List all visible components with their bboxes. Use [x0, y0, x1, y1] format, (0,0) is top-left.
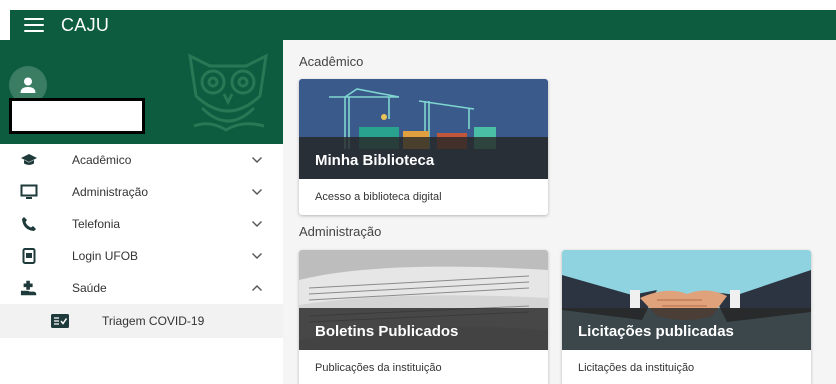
card-image-handshake: Licitações publicadas — [562, 250, 811, 350]
sidebar-subitem-triagem-covid[interactable]: Triagem COVID-19 — [0, 304, 283, 338]
owl-logo-icon — [188, 53, 268, 132]
card-image-library: Minha Biblioteca — [299, 79, 548, 179]
sidebar-item-saude[interactable]: Saúde — [0, 272, 283, 304]
section-title-administracao: Administração — [299, 224, 382, 239]
sidebar-item-label: Acadêmico — [72, 153, 132, 167]
sidebar-header — [0, 40, 283, 144]
hand-plus-icon — [20, 280, 38, 296]
card-description: Acesso a biblioteca digital — [315, 191, 442, 203]
tablet-icon — [20, 248, 38, 264]
sidebar-item-academico[interactable]: Acadêmico — [0, 144, 283, 176]
person-icon — [20, 77, 36, 93]
sidebar-item-label: Saúde — [72, 281, 107, 295]
card-title: Minha Biblioteca — [315, 152, 435, 169]
sidebar-item-administracao[interactable]: Administração — [0, 176, 283, 208]
sidebar-subitem-label: Triagem COVID-19 — [102, 314, 205, 328]
card-description: Licitações da instituição — [578, 362, 695, 374]
card-minha-biblioteca[interactable]: Minha Biblioteca Acesso a biblioteca dig… — [299, 79, 548, 215]
chevron-down-icon — [252, 189, 262, 195]
sidebar: Acadêmico Administração Telefonia Login … — [0, 40, 283, 384]
monitor-icon — [20, 184, 38, 200]
sidebar-item-label: Login UFOB — [72, 249, 139, 263]
sidebar-item-login-ufob[interactable]: Login UFOB — [0, 240, 283, 272]
checklist-icon — [51, 314, 69, 328]
chevron-down-icon — [252, 221, 262, 227]
username-redacted-box — [9, 98, 145, 134]
main-content: Acadêmico Minha Biblioteca Acesso a bibl… — [283, 40, 836, 384]
app-title: CAJU — [61, 14, 110, 35]
menu-icon[interactable] — [24, 18, 44, 32]
app-bar: CAJU — [10, 10, 836, 40]
chevron-up-icon — [252, 285, 262, 291]
card-title: Licitações publicadas — [578, 323, 734, 340]
card-boletins-publicados[interactable]: Boletins Publicados Publicações da insti… — [299, 250, 548, 384]
chevron-down-icon — [252, 253, 262, 259]
chevron-down-icon — [252, 157, 262, 163]
sidebar-item-label: Administração — [72, 185, 149, 199]
card-description: Publicações da instituição — [315, 362, 442, 374]
phone-icon — [20, 216, 38, 232]
section-title-academico: Acadêmico — [299, 54, 364, 69]
card-licitacoes-publicadas[interactable]: Licitações publicadas Licitações da inst… — [562, 250, 811, 384]
card-title: Boletins Publicados — [315, 323, 459, 340]
sidebar-item-label: Telefonia — [72, 217, 121, 231]
graduation-cap-icon — [20, 152, 38, 168]
sidebar-nav: Acadêmico Administração Telefonia Login … — [0, 144, 283, 338]
card-image-newspapers: Boletins Publicados — [299, 250, 548, 350]
sidebar-item-telefonia[interactable]: Telefonia — [0, 208, 283, 240]
